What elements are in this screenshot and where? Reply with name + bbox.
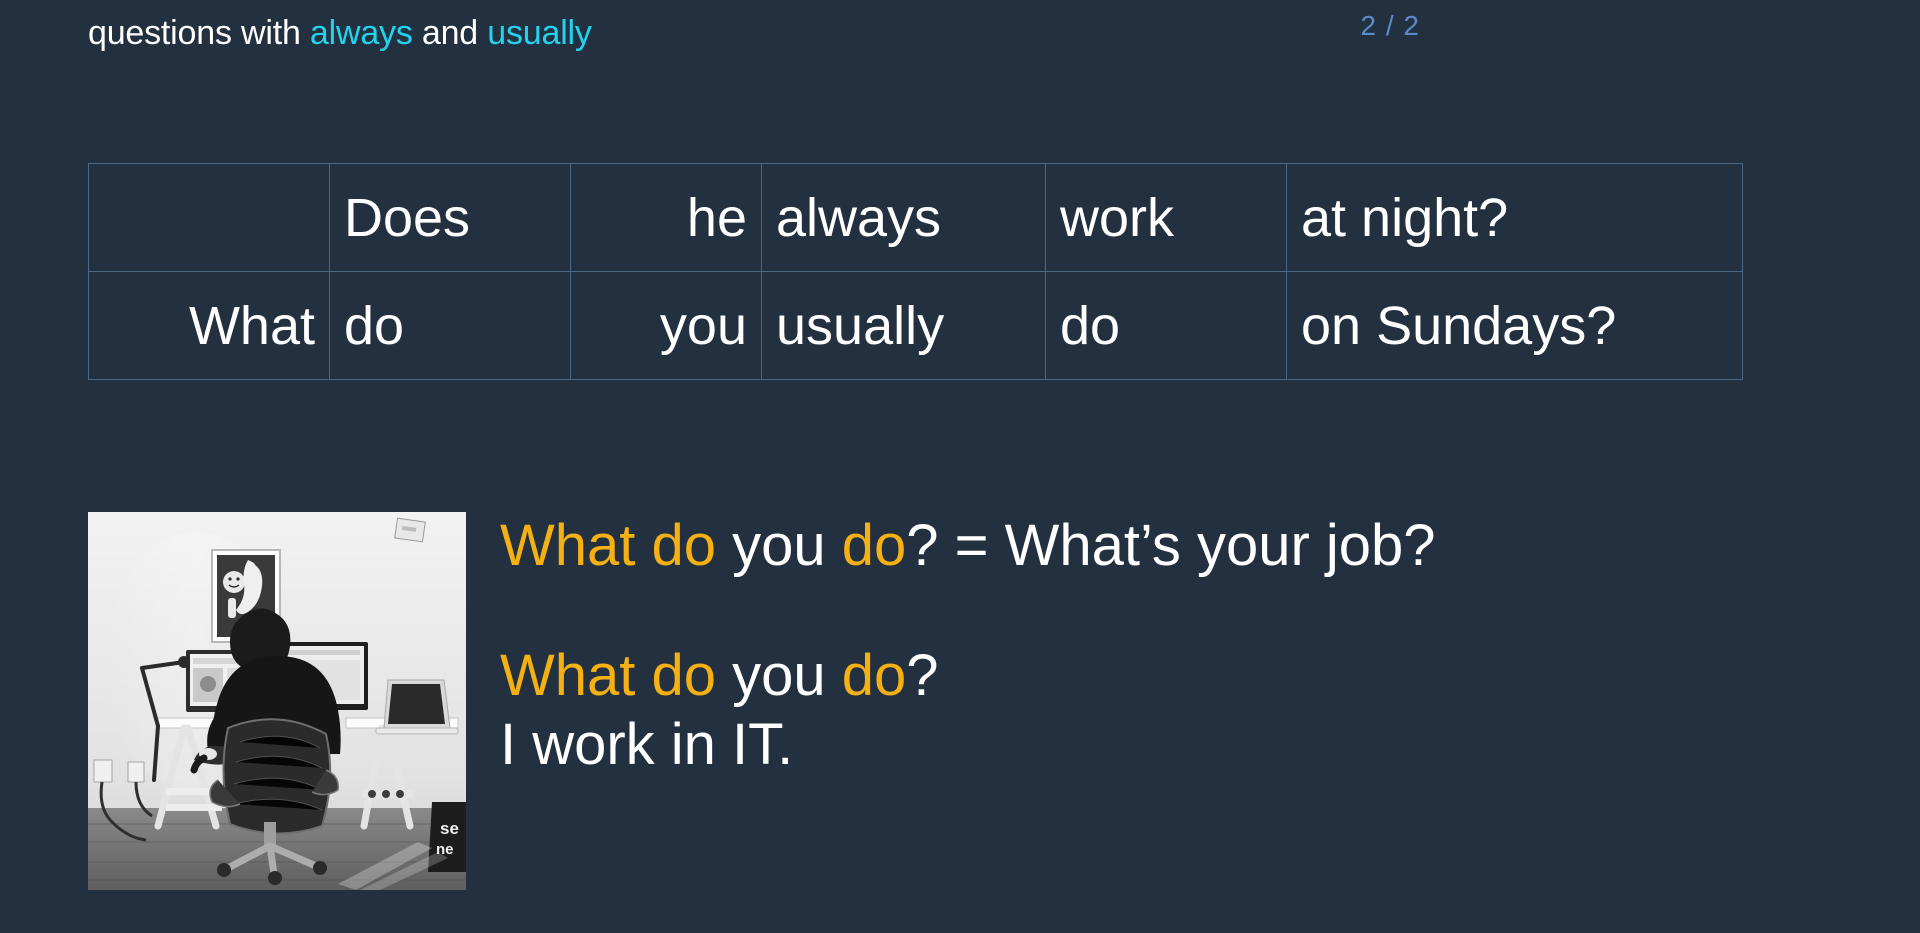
example-1-run-2: do [841, 513, 907, 578]
example-2-run-2: do [841, 643, 907, 709]
example-3-run-0: I work in IT. [500, 711, 794, 777]
table-cell-question-word-r1 [88, 163, 330, 272]
table-cell-rest-r1: at night? [1286, 163, 1743, 272]
table-cell-main-verb-r2: do [1045, 271, 1287, 380]
grammar-pattern-table: Does he always work at night? What do you usuall… [88, 163, 1743, 380]
table-cell-subject-r2: you [570, 271, 762, 380]
title-run-2: and [412, 14, 488, 52]
example-1-run-0: What do [500, 513, 733, 578]
desk-photo-illustration: se ne [88, 512, 466, 890]
svg-text:se: se [440, 819, 459, 838]
page-indicator: 2 / 2 [1360, 10, 1420, 41]
table-cell-question-word-r2: What [88, 271, 330, 380]
table-cell-adverb-r2: usually [761, 271, 1046, 380]
table-cell-auxiliary-r2: do [329, 271, 571, 380]
example-1-run-1: you [732, 513, 842, 578]
title-run-3: usually [487, 14, 592, 52]
table-cell-rest-r2: on Sundays? [1286, 271, 1743, 380]
example-line-2: What do you do? [500, 642, 1880, 710]
example-1-run-3: ? = What’s your job? [906, 513, 1436, 578]
title-run-1: always [309, 14, 413, 52]
example-2-run-3: ? [906, 643, 939, 709]
example-2-run-1: you [732, 643, 842, 709]
page-title: questions with always and usually [88, 14, 592, 53]
table-cell-auxiliary-r1: Does [329, 163, 571, 272]
example-line-3: I work in IT. [500, 711, 1880, 779]
table-cell-main-verb-r1: work [1045, 163, 1287, 272]
table-cell-subject-r1: he [570, 163, 762, 272]
table-row: Does he always work at night? [88, 163, 1743, 272]
examples-block: What do you do? = What’s your job? What … [500, 512, 1880, 779]
table-cell-adverb-r1: always [761, 163, 1046, 272]
example-line-1: What do you do? = What’s your job? [500, 512, 1880, 580]
example-2-run-0: What do [500, 643, 733, 709]
table-row: What do you usually do on Sundays? [88, 271, 1743, 380]
title-run-0: questions with [88, 14, 310, 52]
desk-photo: se ne [88, 512, 466, 890]
